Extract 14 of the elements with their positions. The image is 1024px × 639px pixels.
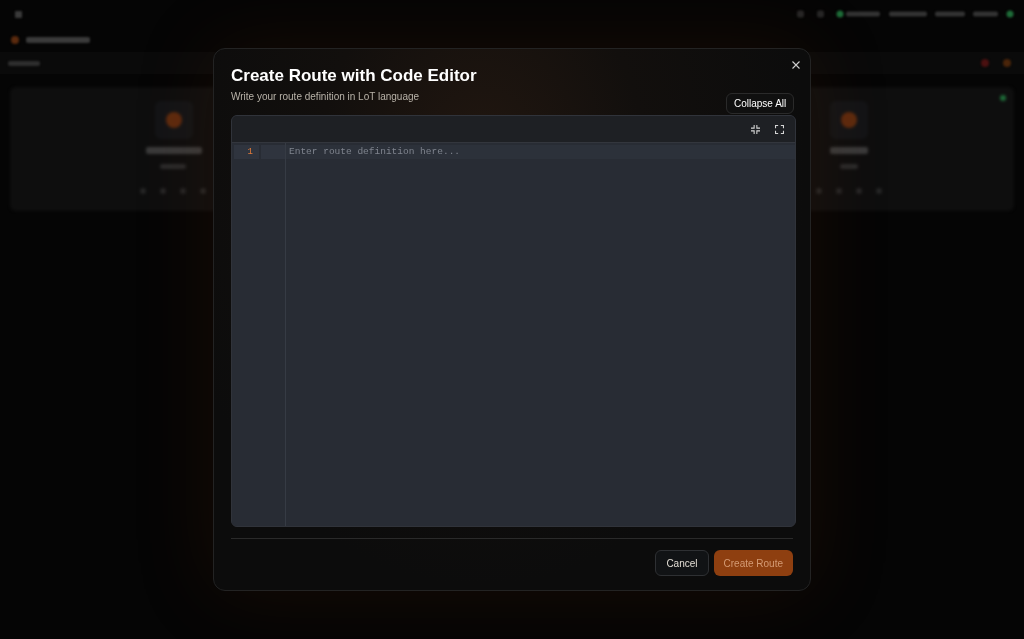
fullscreen-button[interactable] xyxy=(772,122,786,136)
code-input-field[interactable]: Enter route definition here... xyxy=(286,143,795,526)
dialog-title: Create Route with Code Editor xyxy=(231,65,477,87)
blurred-breadcrumb-drawing xyxy=(8,60,40,66)
line-number: 1 xyxy=(234,145,259,159)
collapse-icon xyxy=(750,124,760,134)
fullscreen-icon xyxy=(774,124,784,134)
cancel-button[interactable]: Cancel xyxy=(655,550,709,576)
tooltip: Collapse All xyxy=(726,93,795,114)
close-icon xyxy=(792,61,800,69)
collapse-all-button[interactable] xyxy=(748,122,762,136)
blurred-logo-drawing xyxy=(15,10,22,18)
dialog-subtitle: Write your route definition in LoT language xyxy=(231,90,420,104)
blurred-action-dots-drawing xyxy=(981,59,1011,67)
